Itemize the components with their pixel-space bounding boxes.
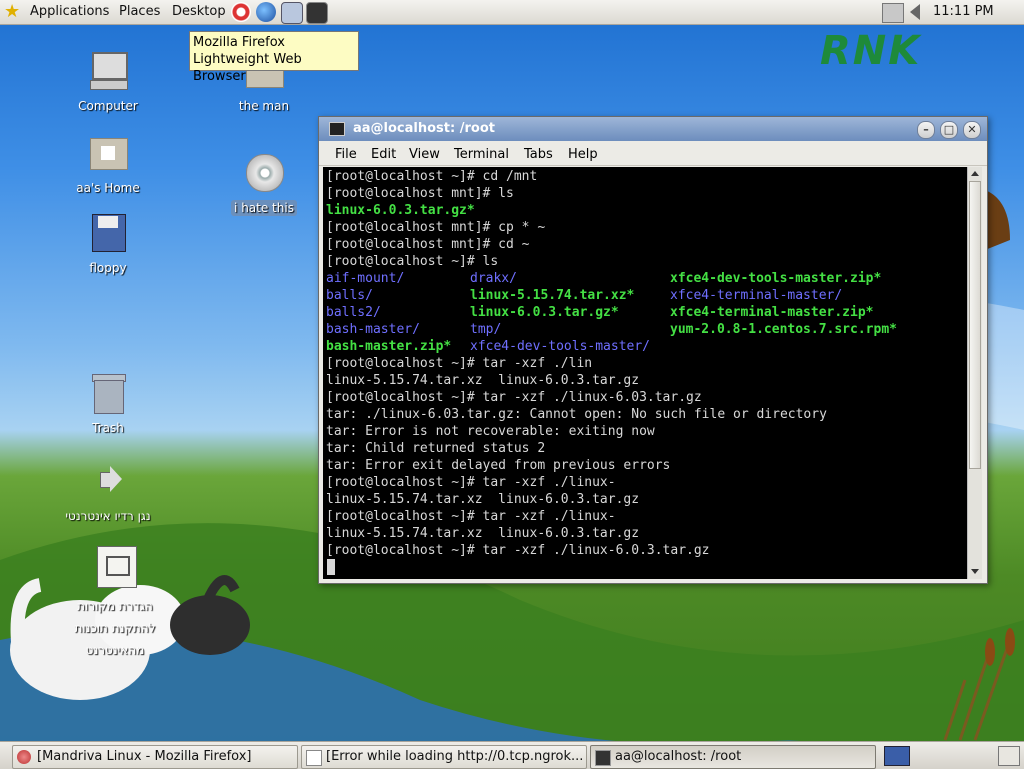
- terminal-icon: [595, 750, 611, 766]
- ls-entry: xfce4-dev-tools-master.zip*: [670, 271, 882, 286]
- network-status-icon[interactable]: [882, 3, 904, 23]
- menu-file[interactable]: File: [335, 147, 357, 162]
- terminal-window[interactable]: aa@localhost: /root – □ ✕ File Edit View…: [318, 116, 988, 584]
- terminal-line: [root@localhost ~]# tar -xzf ./lin: [326, 356, 593, 371]
- terminal-line: linux-5.15.74.tar.xz linux-6.0.3.tar.gz: [326, 373, 640, 388]
- terminal-line: linux-5.15.74.tar.xz linux-6.0.3.tar.gz: [326, 492, 640, 507]
- volume-icon[interactable]: [910, 4, 920, 20]
- ls-entry: linux-6.0.3.tar.gz*: [470, 305, 619, 320]
- taskbar-item-terminal[interactable]: aa@localhost: /root: [590, 745, 876, 769]
- terminal-line: [root@localhost mnt]# ls: [326, 186, 514, 201]
- rnk-logo: RNK: [820, 28, 922, 74]
- ls-entry: bash-master.zip*: [326, 339, 452, 354]
- terminal-launcher-icon[interactable]: [306, 2, 328, 24]
- close-button[interactable]: ✕: [963, 121, 981, 139]
- terminal-menubar: File Edit View Terminal Tabs Help: [319, 141, 987, 166]
- terminal-scrollbar[interactable]: [967, 167, 982, 579]
- terminal-line: [root@localhost ~]# tar -xzf ./linux-: [326, 509, 616, 524]
- menu-view[interactable]: View: [409, 147, 440, 162]
- main-menu-icon[interactable]: ★: [4, 1, 20, 22]
- speaker-icon: [86, 460, 130, 504]
- ls-entry: balls2/: [326, 305, 381, 320]
- desktop-icon-software-sources[interactable]: הגדרת מקורות להתקנת תוכנות מהאינטרנט: [60, 546, 170, 662]
- desktop-menu[interactable]: Desktop: [172, 4, 226, 19]
- ls-entry: drakx/: [470, 271, 517, 286]
- ls-entry: yum-2.0.8-1.centos.7.src.rpm*: [670, 322, 897, 337]
- firefox-icon[interactable]: [256, 2, 276, 22]
- terminal-line: [root@localhost mnt]# cd ~: [326, 237, 530, 252]
- menu-help[interactable]: Help: [568, 147, 598, 162]
- terminal-line: tar: ./linux-6.03.tar.gz: Cannot open: N…: [326, 407, 827, 422]
- cd-disc-icon: [242, 152, 286, 196]
- window-titlebar[interactable]: aa@localhost: /root – □ ✕: [319, 117, 987, 141]
- clock[interactable]: 11:11 PM: [933, 4, 994, 19]
- ls-entry: xfce4-terminal-master.zip*: [670, 305, 874, 320]
- desktop-icon-computer[interactable]: Computer: [60, 50, 156, 114]
- mail-icon[interactable]: [281, 2, 303, 24]
- ls-entry: bash-master/: [326, 322, 420, 337]
- menu-tabs[interactable]: Tabs: [524, 147, 553, 162]
- minimize-button[interactable]: –: [917, 121, 935, 139]
- terminal-line: [root@localhost ~]# tar -xzf ./linux-: [326, 475, 616, 490]
- places-menu[interactable]: Places: [119, 4, 160, 19]
- terminal-line: [root@localhost ~]# tar -xzf ./linux-6.0…: [326, 543, 710, 558]
- terminal-window-icon: [329, 122, 345, 136]
- ls-entry: aif-mount/: [326, 271, 405, 286]
- taskbar-item-firefox[interactable]: [Mandriva Linux - Mozilla Firefox]: [12, 745, 298, 769]
- floppy-icon: [86, 212, 130, 256]
- terminal-cursor: [327, 559, 335, 575]
- taskbar-item-label: [Mandriva Linux - Mozilla Firefox]: [37, 749, 252, 764]
- ls-entry: xfce4-dev-tools-master/: [470, 339, 651, 354]
- computer-icon: [86, 50, 130, 94]
- desktop-icon-radio-player[interactable]: נגן רדיו אינטרנטי: [60, 460, 156, 524]
- taskbar-item-label: aa@localhost: /root: [615, 749, 742, 764]
- desktop-icon-i-hate-this[interactable]: i hate this: [216, 152, 312, 216]
- page-icon: [306, 750, 322, 766]
- ls-entry: xfce4-terminal-master/: [670, 288, 843, 303]
- show-desktop-icon[interactable]: [998, 746, 1020, 766]
- taskbar-item-error-page[interactable]: [Error while loading http://0.tcp.ngrok.…: [301, 745, 587, 769]
- terminal-line: [root@localhost ~]# tar -xzf ./linux-6.0…: [326, 390, 702, 405]
- terminal-line: tar: Error exit delayed from previous er…: [326, 458, 671, 473]
- menu-edit[interactable]: Edit: [371, 147, 396, 162]
- workspace-switcher[interactable]: [884, 746, 910, 766]
- help-icon[interactable]: [231, 2, 251, 22]
- terminal-line: linux-5.15.74.tar.xz linux-6.0.3.tar.gz: [326, 526, 640, 541]
- terminal-line: [root@localhost ~]# cd /mnt: [326, 169, 538, 184]
- beaver-graphic: [985, 190, 1010, 250]
- trash-icon: [86, 372, 130, 416]
- document-edit-icon: [93, 546, 137, 590]
- window-title: aa@localhost: /root: [353, 121, 495, 136]
- terminal-line: tar: Error is not recoverable: exiting n…: [326, 424, 655, 439]
- terminal-line: [root@localhost mnt]# cp * ~: [326, 220, 546, 235]
- scroll-up-arrow-icon[interactable]: [971, 171, 979, 176]
- scroll-down-arrow-icon[interactable]: [971, 569, 979, 574]
- menu-terminal[interactable]: Terminal: [454, 147, 509, 162]
- terminal-line: tar: Child returned status 2: [326, 441, 546, 456]
- applications-menu[interactable]: Applications: [30, 4, 109, 19]
- top-panel: ★ Applications Places Desktop 11:11 PM: [0, 0, 1024, 25]
- ls-entry: linux-5.15.74.tar.xz*: [470, 288, 635, 303]
- bottom-panel: [Mandriva Linux - Mozilla Firefox] [Erro…: [0, 741, 1024, 769]
- maximize-button[interactable]: □: [940, 121, 958, 139]
- tooltip-description: Lightweight Web Browser: [193, 52, 302, 84]
- terminal-output[interactable]: [root@localhost ~]# cd /mnt [root@localh…: [323, 167, 967, 579]
- firefox-icon: [17, 750, 31, 764]
- desktop-icon-trash[interactable]: Trash: [60, 372, 156, 436]
- terminal-line: linux-6.0.3.tar.gz*: [326, 203, 475, 218]
- home-folder-icon: [86, 132, 130, 176]
- scroll-thumb[interactable]: [969, 181, 981, 469]
- ls-entry: tmp/: [470, 322, 502, 337]
- desktop-icon-home[interactable]: aa's Home: [60, 132, 156, 196]
- desktop-icon-floppy[interactable]: floppy: [60, 212, 156, 276]
- tooltip-title: Mozilla Firefox: [193, 35, 285, 50]
- ls-entry: balls/: [326, 288, 373, 303]
- taskbar-item-label: [Error while loading http://0.tcp.ngrok.…: [326, 749, 584, 764]
- firefox-tooltip: Mozilla Firefox Lightweight Web Browser: [189, 31, 359, 84]
- terminal-line: [root@localhost ~]# ls: [326, 254, 499, 269]
